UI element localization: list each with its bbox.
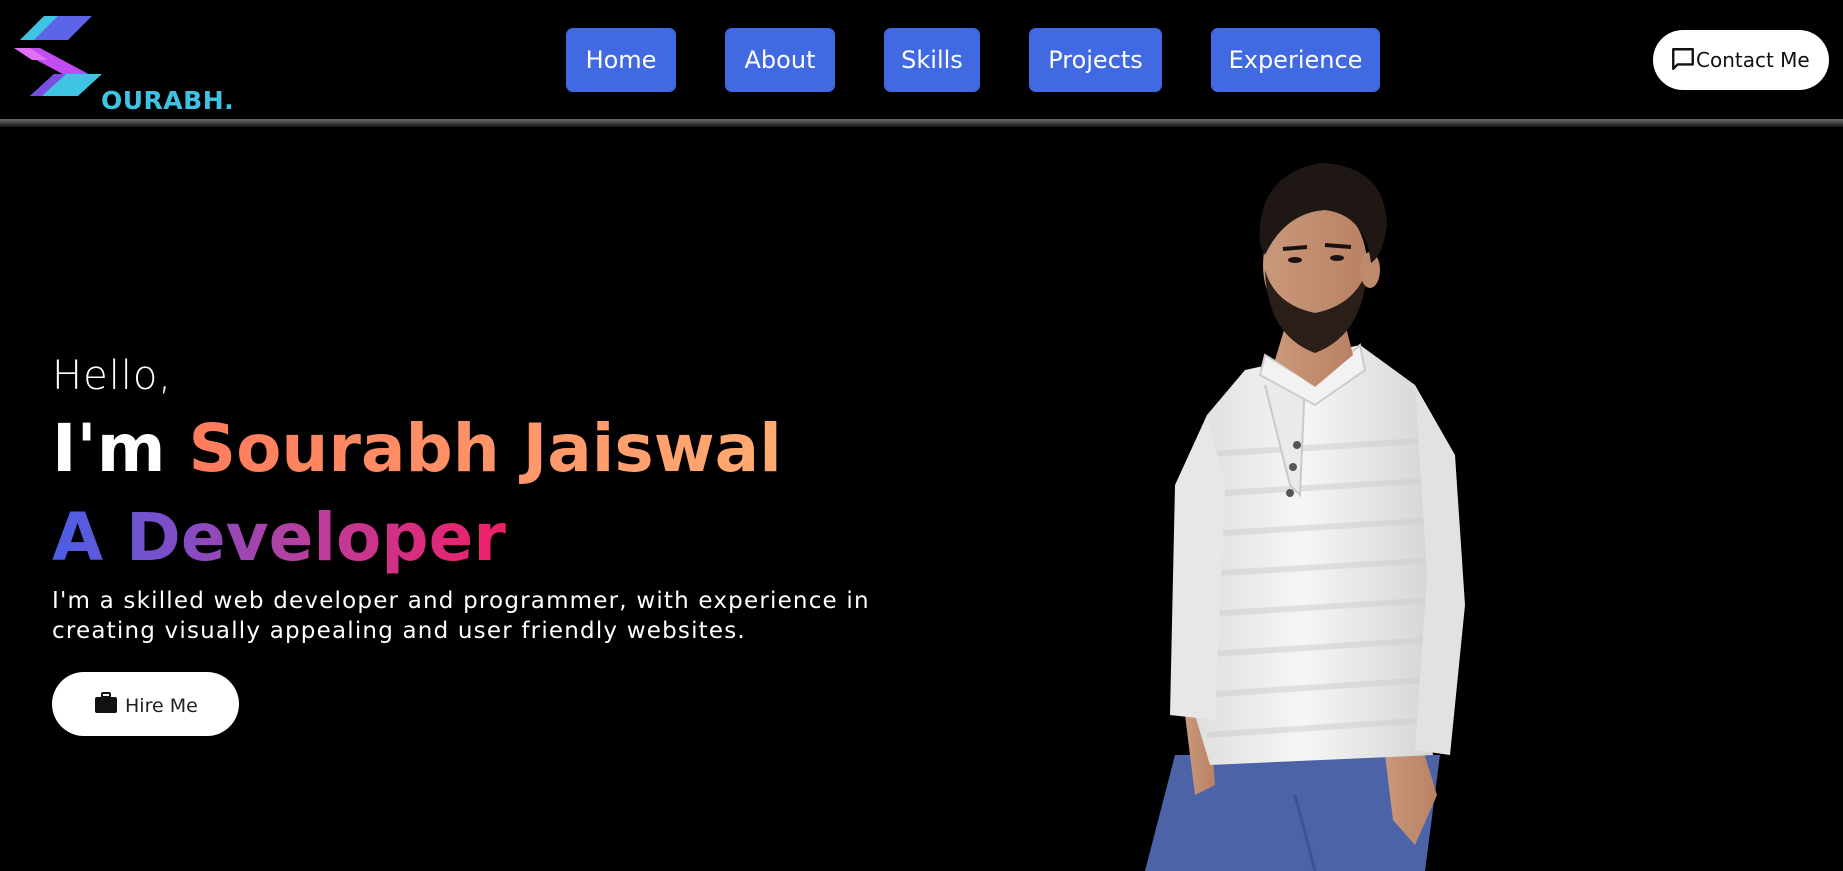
hero-intro: I'm Sourabh Jaiswal [52, 414, 782, 483]
hero-intro-prefix: I'm [52, 410, 166, 487]
nav-skills-button[interactable]: Skills [884, 28, 980, 92]
contact-me-label: Contact Me [1696, 48, 1810, 72]
header-divider [0, 119, 1843, 127]
hire-me-label: Hire Me [125, 695, 198, 717]
portrait-photo [1145, 163, 1465, 871]
main-nav: Home About Skills Projects Experience [0, 28, 1843, 92]
chat-bubble-icon [1672, 48, 1694, 70]
hire-me-button[interactable]: Hire Me [52, 672, 239, 736]
hero-role: A Developer [52, 499, 506, 576]
nav-experience-button[interactable]: Experience [1211, 28, 1380, 92]
briefcase-icon [95, 692, 117, 713]
portfolio-page: OURABH. Home About Skills Projects Exper… [0, 0, 1843, 871]
hero-description: I'm a skilled web developer and programm… [52, 588, 870, 644]
nav-about-button[interactable]: About [725, 28, 835, 92]
nav-home-button[interactable]: Home [566, 28, 676, 92]
contact-me-button[interactable]: Contact Me [1653, 30, 1829, 90]
nav-projects-button[interactable]: Projects [1029, 28, 1162, 92]
hero-greeting: Hello, [52, 353, 173, 399]
hero-name: Sourabh Jaiswal [188, 410, 782, 487]
header: OURABH. Home About Skills Projects Exper… [0, 0, 1843, 127]
